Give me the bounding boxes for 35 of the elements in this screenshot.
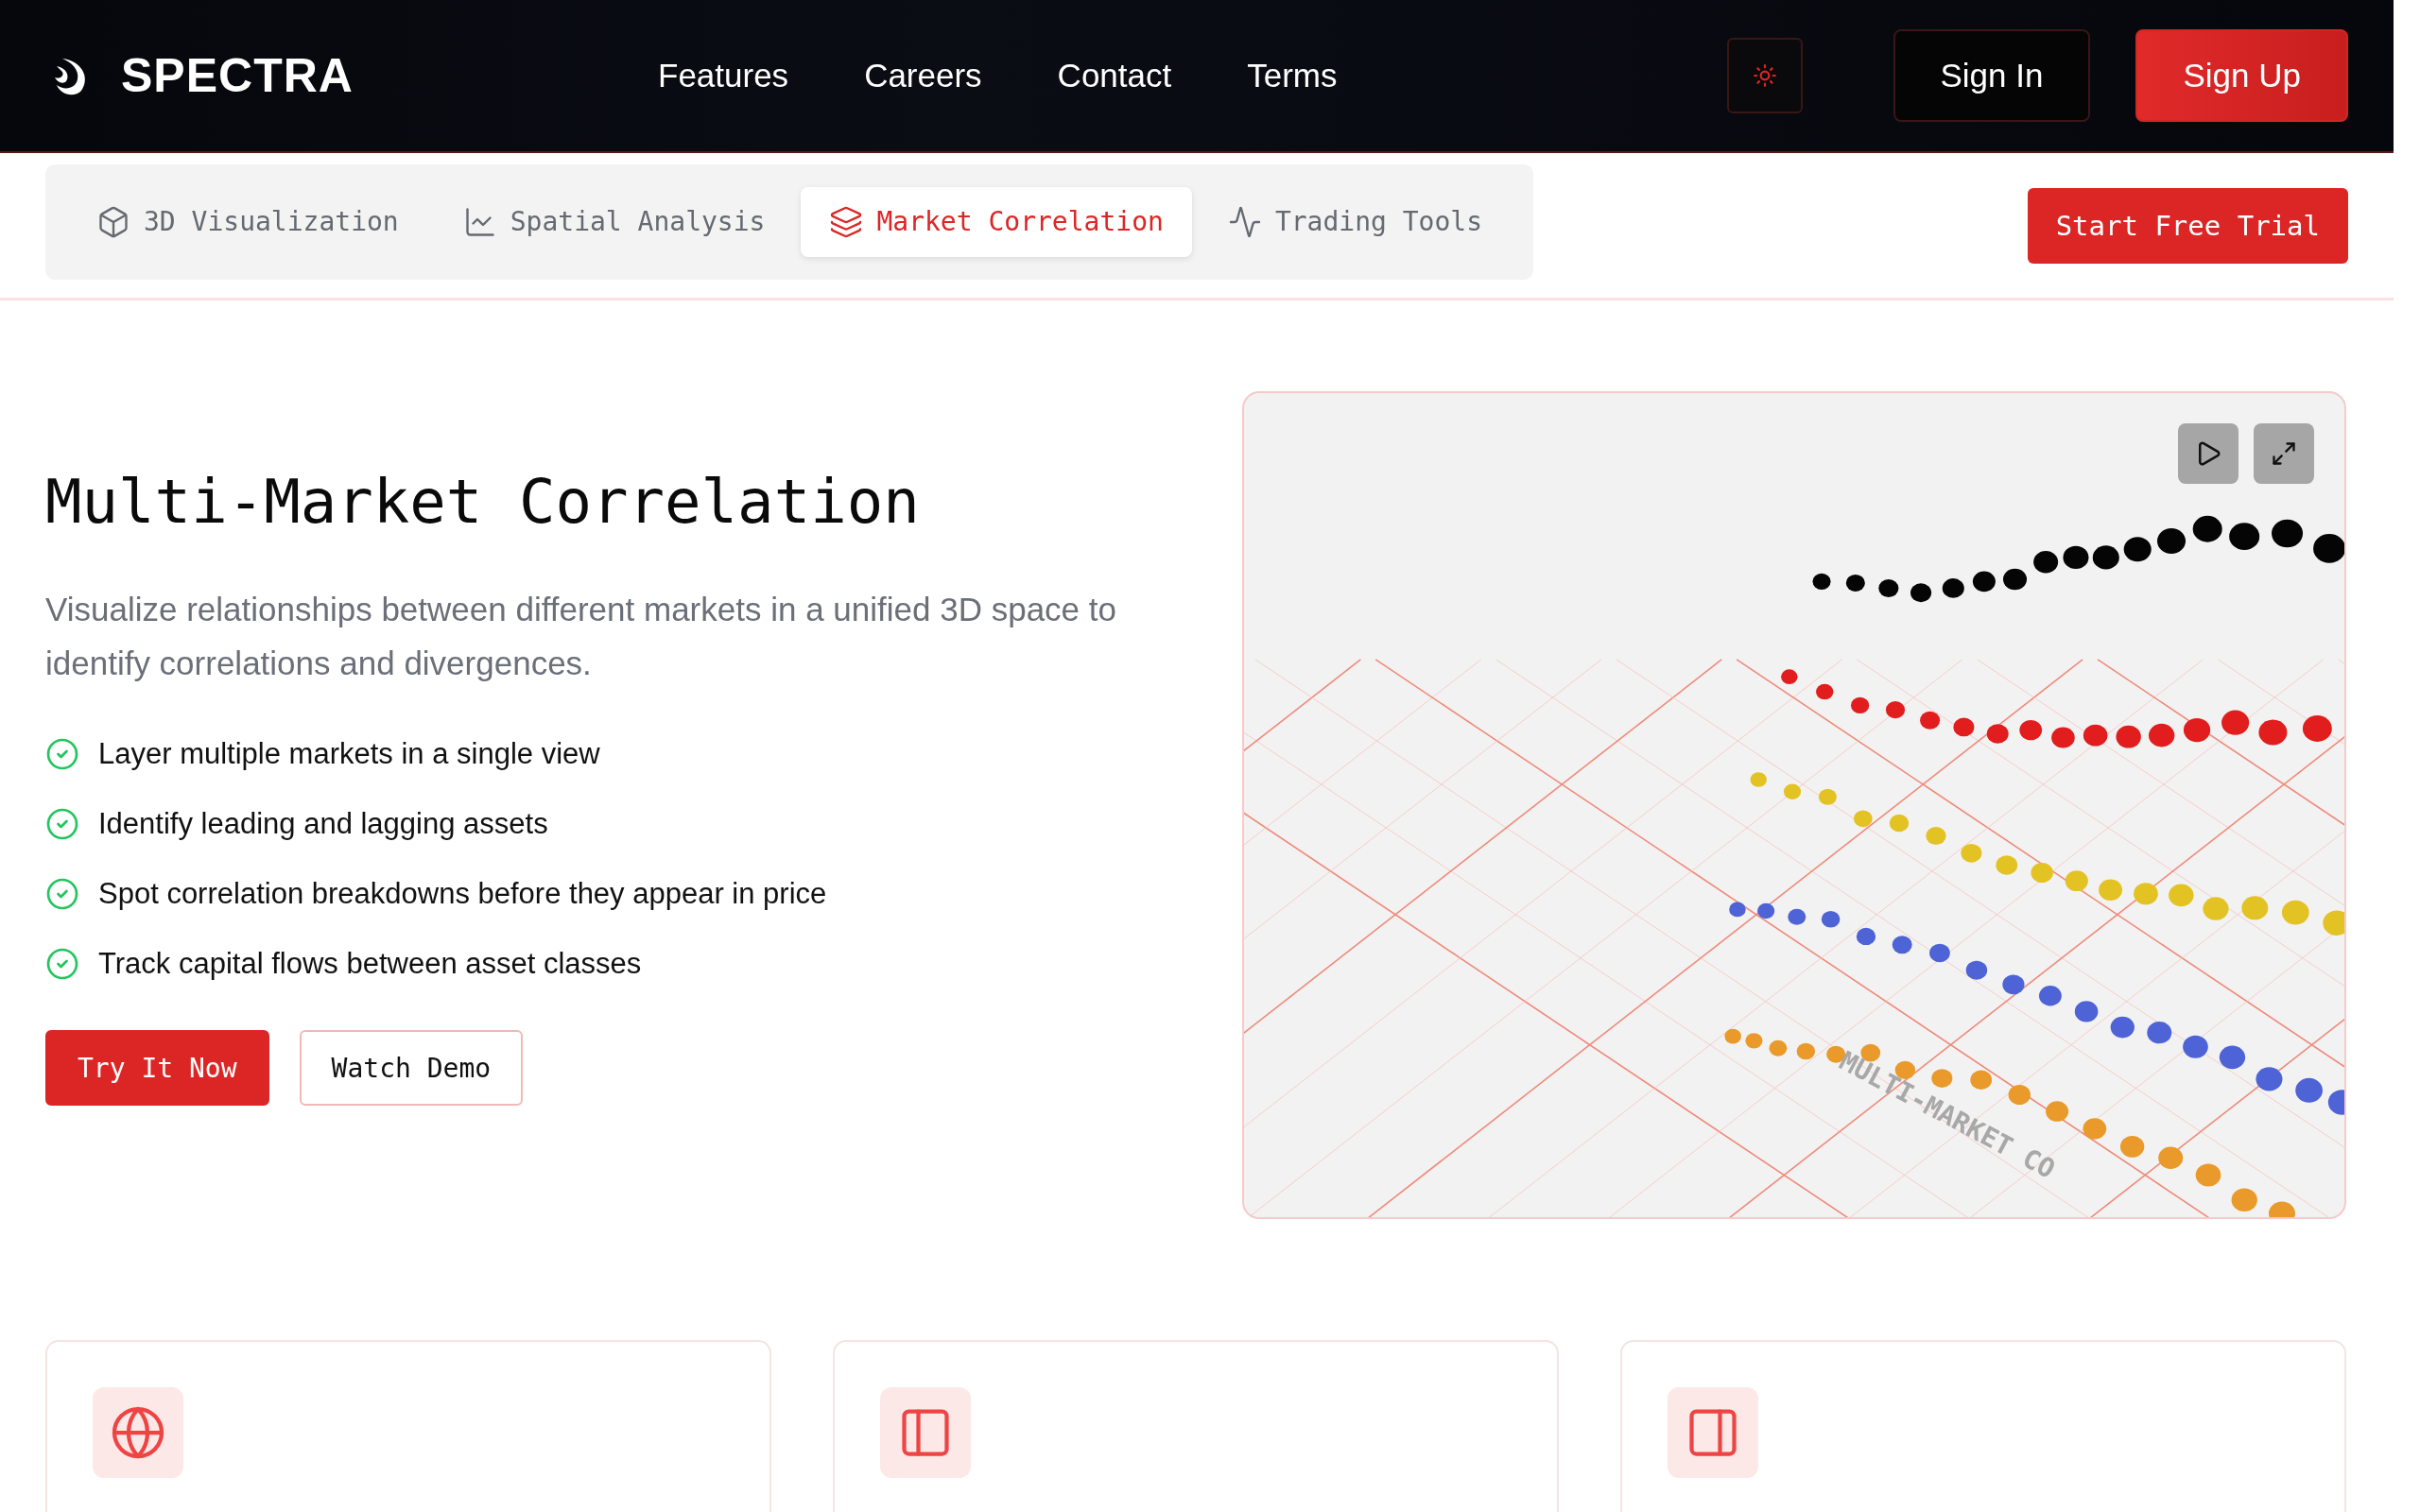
expand-icon bbox=[2271, 440, 2297, 467]
feature-text: Identify leading and lagging assets bbox=[98, 807, 548, 841]
sign-in-button[interactable]: Sign In bbox=[1893, 29, 2091, 122]
nav-link[interactable]: Contact bbox=[1057, 57, 1172, 94]
tab[interactable]: 3D Visualization bbox=[68, 186, 427, 257]
tab[interactable]: Market Correlation bbox=[801, 186, 1192, 257]
feature-text: Layer multiple markets in a single view bbox=[98, 737, 600, 771]
tab[interactable]: Spatial Analysis bbox=[434, 186, 794, 257]
tab-icon bbox=[96, 204, 130, 239]
sun-icon bbox=[1752, 63, 1777, 88]
start-trial-button[interactable]: Start Free Trial bbox=[2027, 187, 2348, 264]
feature-text: Track capital flows between asset classes bbox=[98, 947, 642, 981]
check-icon bbox=[45, 947, 79, 981]
brand-name: SPECTRA bbox=[121, 48, 354, 103]
nav-link[interactable]: Careers bbox=[864, 57, 982, 94]
sidebar-icon bbox=[1668, 1387, 1758, 1478]
theme-toggle-button[interactable] bbox=[1726, 38, 1803, 113]
hero-description: Visualize relationships between different markets in a unified 3D space to identify correlations and divergences. bbox=[45, 590, 1117, 683]
demo-button[interactable]: Watch Demo bbox=[299, 1030, 524, 1106]
feature-text: Spot correlation breakdowns before they appear in price bbox=[98, 877, 827, 911]
check-icon bbox=[45, 737, 79, 771]
nav-link[interactable]: Terms bbox=[1247, 57, 1338, 94]
nav-link[interactable]: Features bbox=[658, 57, 789, 94]
try-button[interactable]: Try It Now bbox=[45, 1030, 269, 1106]
check-icon bbox=[45, 877, 79, 911]
globe-icon bbox=[93, 1387, 183, 1478]
tab-icon bbox=[1227, 204, 1262, 239]
check-icon bbox=[45, 807, 79, 841]
play-button[interactable] bbox=[2178, 423, 2238, 484]
fullscreen-button[interactable] bbox=[2254, 423, 2314, 484]
tab-icon bbox=[829, 204, 864, 239]
hero-title: Multi-Market Correlation bbox=[45, 467, 921, 537]
sidebar-icon bbox=[880, 1387, 971, 1478]
sign-up-button[interactable]: Sign Up bbox=[2135, 29, 2348, 122]
tab[interactable]: Trading Tools bbox=[1199, 186, 1512, 257]
